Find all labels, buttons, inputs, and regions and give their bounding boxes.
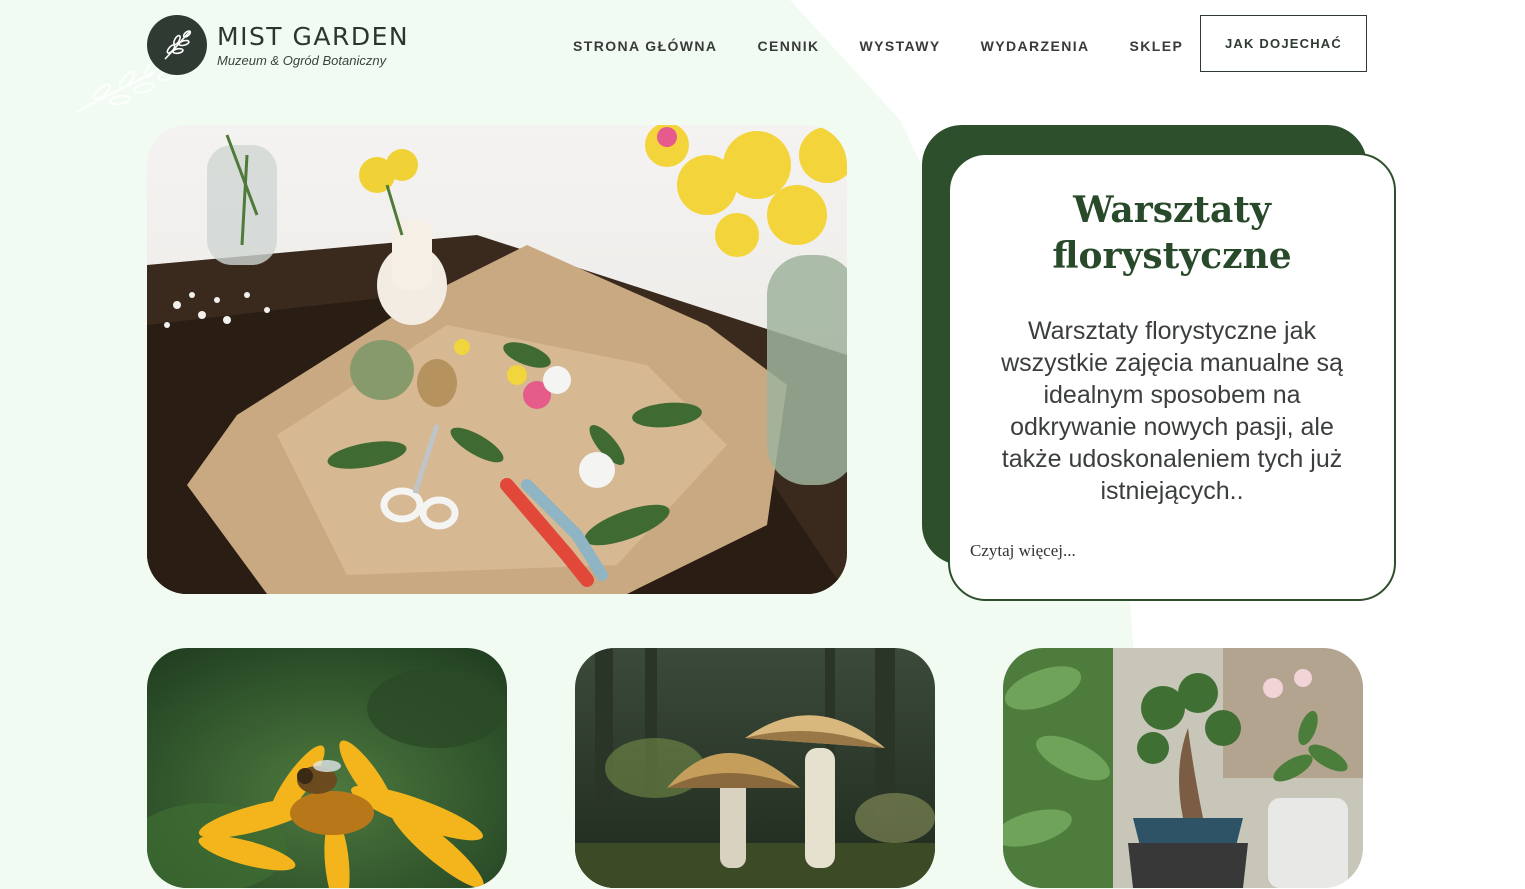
gallery-image-bee-flower[interactable] bbox=[147, 648, 507, 888]
gallery-image-mushrooms[interactable] bbox=[575, 648, 935, 888]
site-header: MIST GARDEN Muzeum & Ogród Botaniczny ST… bbox=[0, 0, 1525, 113]
gallery-image-potted-plants[interactable] bbox=[1003, 648, 1363, 888]
nav-item-shop[interactable]: SKLEP bbox=[1130, 38, 1184, 54]
nav-item-pricing[interactable]: CENNIK bbox=[757, 38, 819, 54]
nav-item-home[interactable]: STRONA GŁÓWNA bbox=[573, 38, 717, 54]
main-nav: STRONA GŁÓWNA CENNIK WYSTAWY WYDARZENIA … bbox=[573, 38, 1223, 54]
brand-tagline: Muzeum & Ogród Botaniczny bbox=[217, 52, 387, 68]
read-more-link[interactable]: Czytaj więcej... bbox=[970, 541, 1076, 561]
brand-name: MIST GARDEN bbox=[217, 21, 410, 51]
featured-article-card: Warsztaty florystyczne Warsztaty floryst… bbox=[948, 153, 1396, 601]
nav-item-events[interactable]: WYDARZENIA bbox=[981, 38, 1090, 54]
logo[interactable]: MIST GARDEN Muzeum & Ogród Botaniczny bbox=[147, 15, 409, 75]
leaf-logo-icon bbox=[147, 15, 207, 75]
featured-title: Warsztaty florystyczne bbox=[1052, 189, 1292, 277]
hero-image-floristry[interactable] bbox=[147, 125, 847, 594]
directions-button[interactable]: JAK DOJECHAĆ bbox=[1200, 15, 1367, 72]
nav-item-exhibitions[interactable]: WYSTAWY bbox=[860, 38, 941, 54]
featured-excerpt: Warsztaty florystyczne jak wszystkie zaj… bbox=[1001, 317, 1343, 505]
